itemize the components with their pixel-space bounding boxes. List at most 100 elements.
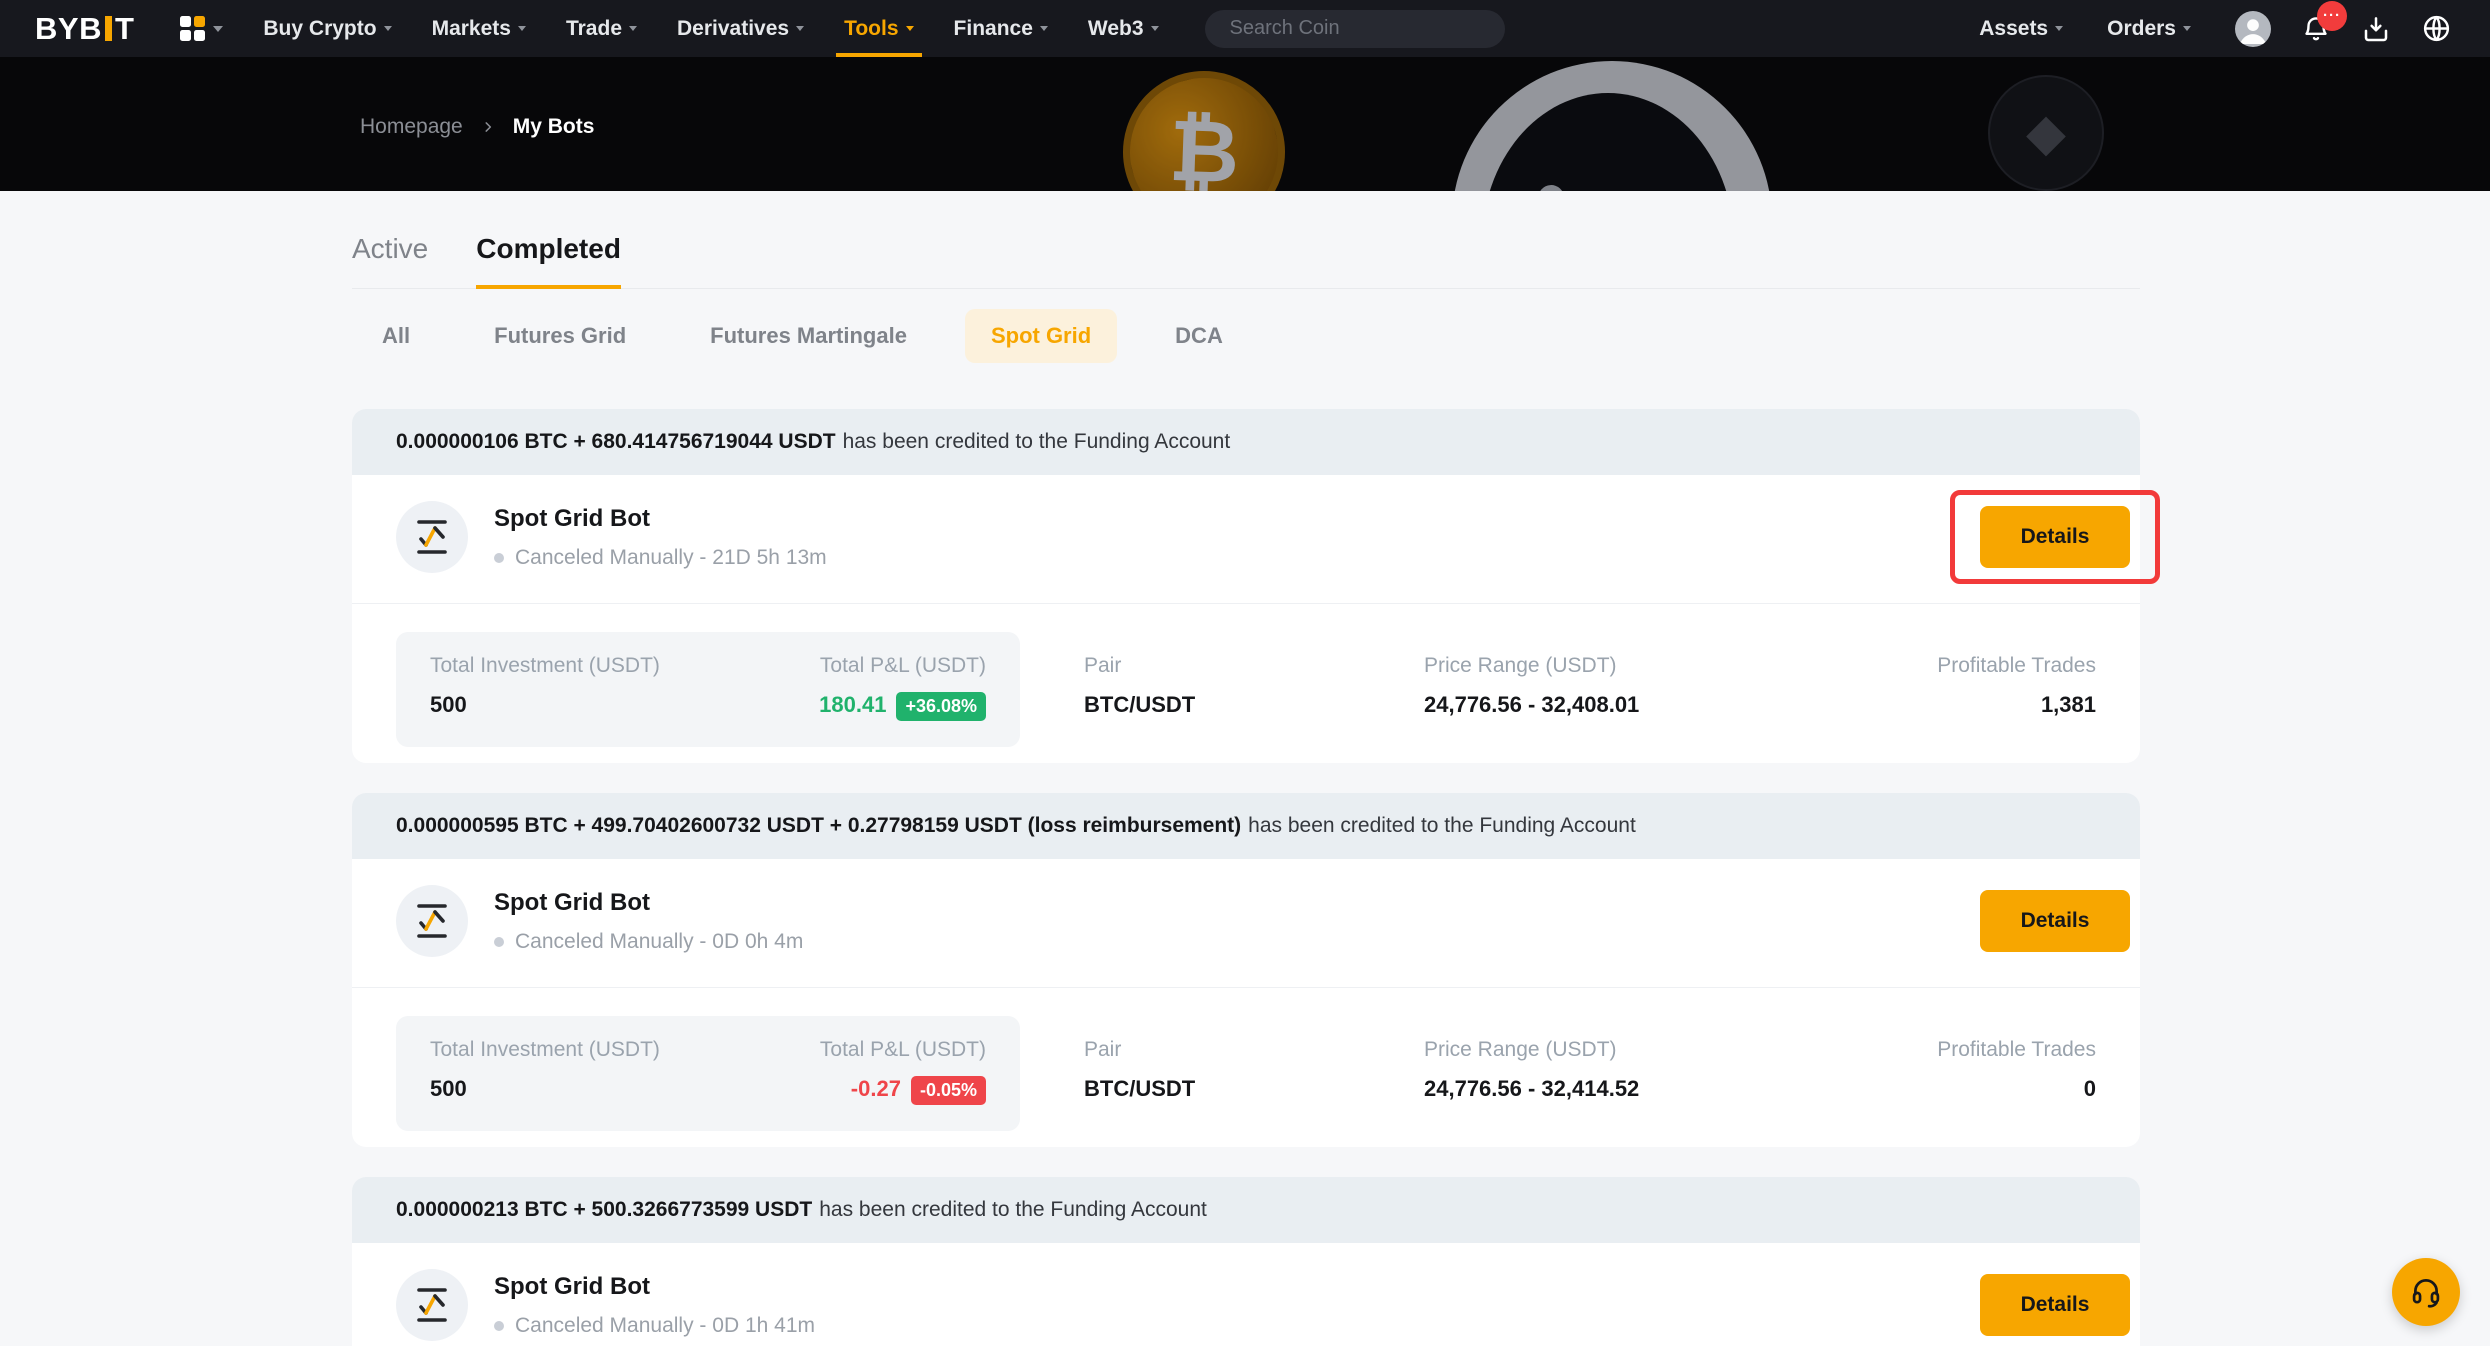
status-tab[interactable]: Active [352,233,428,289]
bot-type-filters: All Futures Grid Futures Martingale Spot… [356,309,2140,363]
bot-name: Spot Grid Bot [494,1273,815,1301]
nav-menu-item-label: Derivatives [677,17,789,41]
nav-menu-item[interactable]: Buy Crypto [263,0,391,57]
main-menu: Buy Crypto Markets Trade Derivatives Too… [223,0,1158,57]
breadcrumb-chevron-icon [481,120,495,134]
price-range-value: 24,776.56 - 32,408.01 [1424,692,1937,718]
bitcoin-icon: ₿ [1167,101,1241,191]
bitcoin-coin-graphic: ₿ [1106,57,1302,191]
nav-menu-item-label: Web3 [1088,17,1144,41]
total-investment-label: Total Investment (USDT) [430,654,660,678]
chevron-down-icon [1151,26,1159,31]
total-investment-value: 500 [430,1076,660,1102]
investment-pnl-box: Total Investment (USDT) 500 Total P&L (U… [396,632,1020,747]
details-annotation: Details [1980,1274,2130,1336]
price-range-value: 24,776.56 - 32,414.52 [1424,1076,1937,1102]
language-globe-button[interactable] [2421,13,2452,44]
apps-grid-icon[interactable] [180,16,223,41]
total-pnl-label: Total P&L (USDT) [820,1038,986,1062]
bot-stats-row: Total Investment (USDT) 500 Total P&L (U… [352,988,2140,1147]
chevron-down-icon [213,26,223,32]
ethereum-coin-graphic: ◆ [1988,75,2104,191]
total-pnl-value: -0.27 [851,1076,901,1101]
total-investment-label: Total Investment (USDT) [430,1038,660,1062]
details-button[interactable]: Details [1980,890,2130,952]
profitable-trades-label: Profitable Trades [1937,1038,2096,1062]
pair-label: Pair [1084,654,1424,678]
nav-right-item-label: Orders [2107,17,2176,41]
bot-type-filter[interactable]: Futures Grid [468,309,652,363]
bot-status-text: Canceled Manually - 0D 1h 41m [515,1314,815,1338]
nav-menu-item[interactable]: Finance [954,0,1048,57]
status-tab[interactable]: Completed [476,233,621,289]
headset-icon [2409,1275,2443,1309]
logo-orange-bar [105,16,112,41]
bot-card-header: Spot Grid Bot Canceled Manually - 0D 0h … [352,859,2140,987]
pair-value: BTC/USDT [1084,1076,1424,1102]
hero-banner: ₿ ◆ Homepage My Bots [0,57,2490,191]
bot-type-filter[interactable]: All [356,309,436,363]
pair-label: Pair [1084,1038,1424,1062]
details-annotation: Details [1980,506,2130,568]
spot-grid-bot-icon [396,501,468,573]
profitable-trades-value: 1,381 [1937,692,2096,718]
nav-menu-item-label: Markets [432,17,511,41]
globe-icon [2421,13,2452,44]
details-button[interactable]: Details [1980,1274,2130,1336]
chevron-down-icon [518,26,526,31]
my-bots-page: Active Completed All Futures Grid Future… [0,191,2490,1346]
download-app-button[interactable] [2361,14,2391,44]
avatar[interactable] [2235,11,2271,47]
nav-right-item[interactable]: Orders [2107,0,2191,57]
grid-icon [180,16,205,41]
credit-notice: 0.000000106 BTC + 680.414756719044 USDT … [352,409,2140,475]
download-icon [2361,14,2391,44]
chevron-down-icon [796,26,804,31]
notification-badge: ··· [2317,1,2347,31]
bot-status-text: Canceled Manually - 0D 0h 4m [515,930,803,954]
nav-menu-item-label: Buy Crypto [263,17,376,41]
bot-name: Spot Grid Bot [494,889,803,917]
bot-card-list: 0.000000106 BTC + 680.414756719044 USDT … [352,409,2140,1346]
chevron-down-icon [2183,26,2191,31]
status-dot [494,937,504,947]
nav-menu-item[interactable]: Markets [432,0,526,57]
support-button[interactable] [2392,1258,2460,1326]
profitable-trades-label: Profitable Trades [1937,654,2096,678]
bot-status: Canceled Manually - 0D 0h 4m [494,930,803,954]
bot-card: 0.000000213 BTC + 500.3266773599 USDT ha… [352,1177,2140,1346]
details-annotation: Details [1980,890,2130,952]
pnl-percent-badge: -0.05% [911,1076,986,1105]
bot-type-filter[interactable]: Futures Martingale [684,309,933,363]
chevron-down-icon [629,26,637,31]
notifications-button[interactable]: ··· [2301,14,2331,44]
credit-notice-text: has been credited to the Funding Account [1248,814,1636,838]
bybit-logo[interactable]: BYB T [35,11,134,47]
breadcrumb-current-page: My Bots [513,115,595,139]
search-input[interactable] [1205,10,1505,48]
bot-status-text: Canceled Manually - 21D 5h 13m [515,546,827,570]
chevron-down-icon [2055,26,2063,31]
bot-name: Spot Grid Bot [494,505,827,533]
nav-right-item-label: Assets [1979,17,2048,41]
profitable-trades-value: 0 [1937,1076,2096,1102]
bot-type-filter[interactable]: Spot Grid [965,309,1117,363]
breadcrumb-homepage-link[interactable]: Homepage [360,115,463,139]
chevron-down-icon [1040,26,1048,31]
credit-notice-text: has been credited to the Funding Account [843,430,1231,454]
nav-right-item[interactable]: Assets [1979,0,2063,57]
credit-notice-text: has been credited to the Funding Account [819,1198,1207,1222]
nav-menu-item[interactable]: Web3 [1088,0,1159,57]
price-range-label: Price Range (USDT) [1424,1038,1937,1062]
details-button[interactable]: Details [1980,506,2130,568]
nav-menu-item[interactable]: Trade [566,0,637,57]
ethereum-icon: ◆ [2026,103,2066,163]
investment-pnl-box: Total Investment (USDT) 500 Total P&L (U… [396,1016,1020,1131]
nav-menu-item[interactable]: Derivatives [677,0,804,57]
nav-menu-item[interactable]: Tools [844,0,913,57]
search-coin-field[interactable] [1230,17,1495,40]
price-range-label: Price Range (USDT) [1424,654,1937,678]
navbar-right: Assets Orders ··· [1979,0,2452,57]
pair-value: BTC/USDT [1084,692,1424,718]
bot-type-filter[interactable]: DCA [1149,309,1249,363]
